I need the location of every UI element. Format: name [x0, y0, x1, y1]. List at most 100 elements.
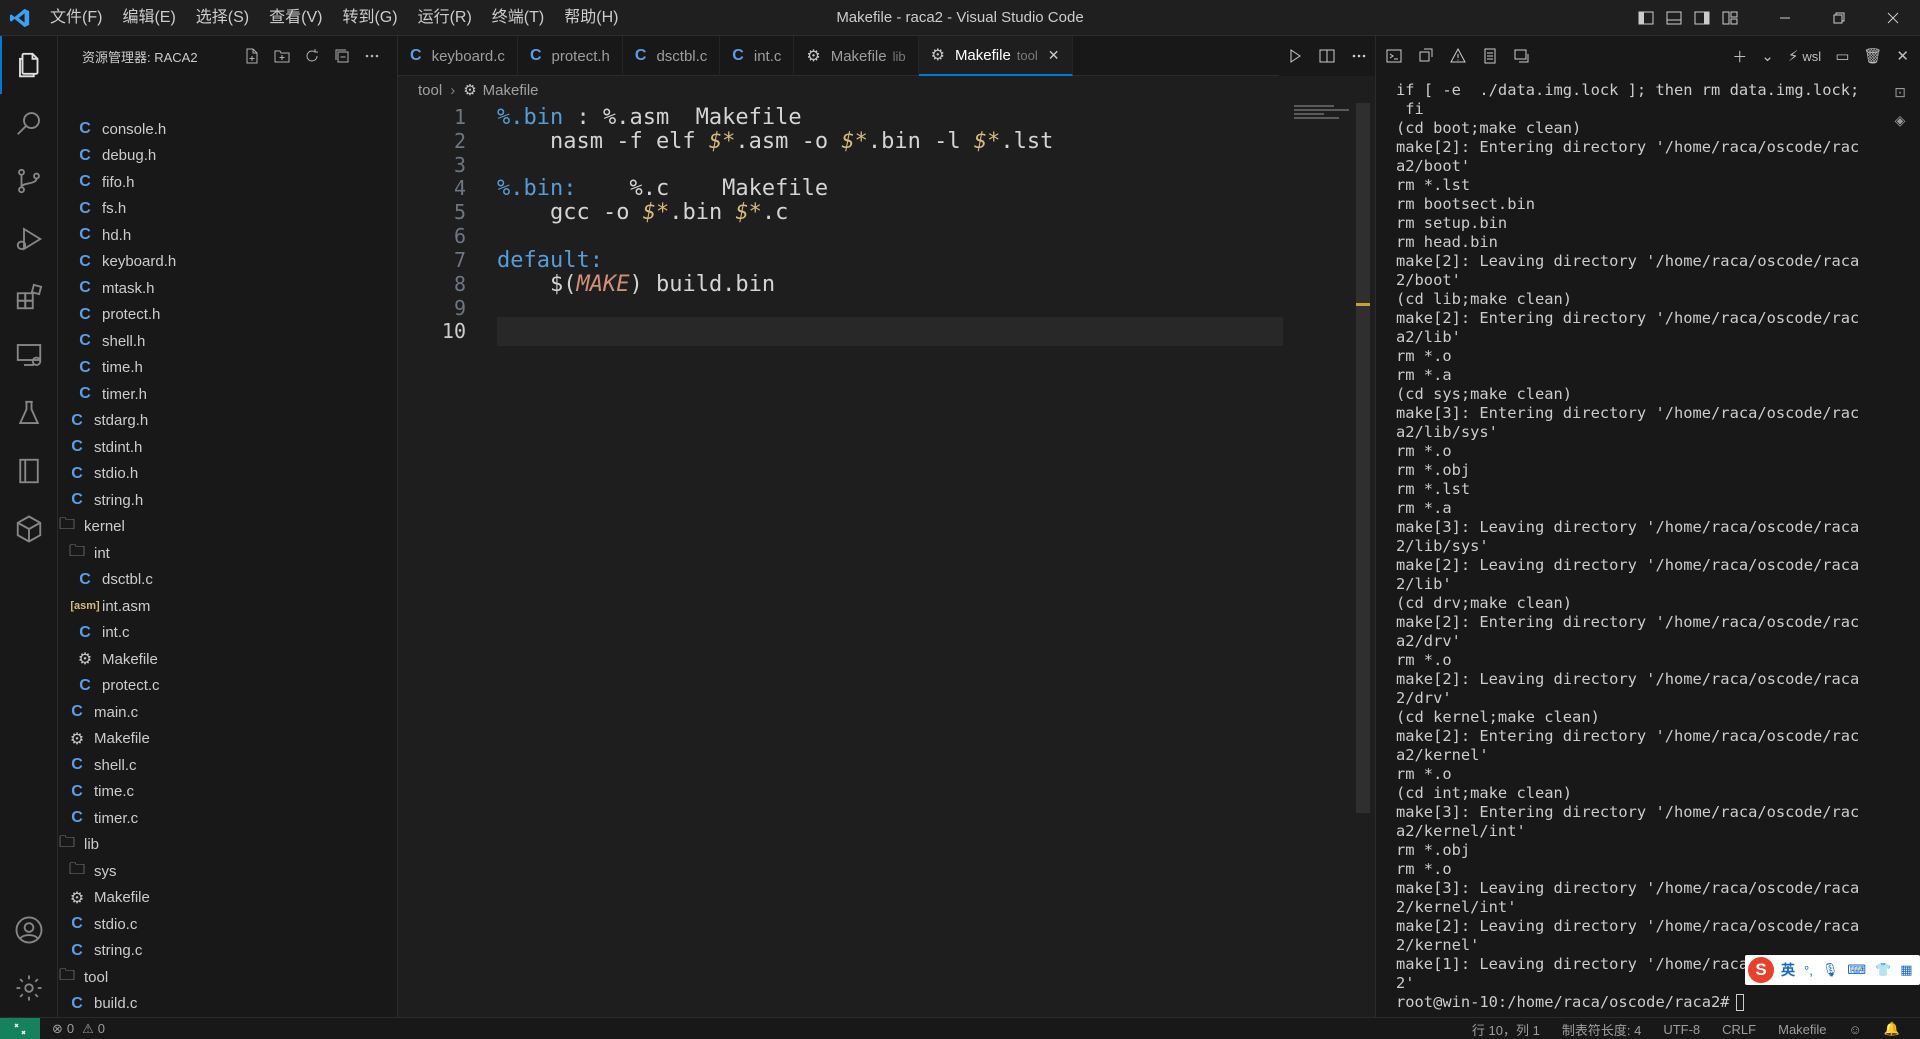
- ime-language[interactable]: 英: [1781, 960, 1795, 980]
- encoding[interactable]: UTF-8: [1663, 1022, 1700, 1037]
- tree-file[interactable]: ⚙ Makefile: [58, 646, 397, 673]
- tree-folder[interactable]: 🗀 int: [58, 540, 397, 567]
- tree-file[interactable]: Cprotect.h: [58, 302, 397, 329]
- containers-icon[interactable]: [0, 500, 58, 558]
- new-folder-icon[interactable]: [269, 43, 295, 69]
- tree-file[interactable]: Ctime.h: [58, 355, 397, 382]
- close-panel-icon[interactable]: ✕: [1891, 47, 1914, 65]
- keyboard-icon[interactable]: ⌨: [1847, 962, 1866, 978]
- ime-punctuation[interactable]: °,: [1804, 963, 1813, 978]
- tree-file[interactable]: Cdsctbl.c: [58, 567, 397, 594]
- microphone-icon[interactable]: 🎙: [1822, 962, 1839, 978]
- terminal-output[interactable]: if [ -e ./data.img.lock ]; then rm data.…: [1396, 81, 1859, 1012]
- terminal-icon[interactable]: [1380, 36, 1408, 76]
- testing-icon[interactable]: [0, 384, 58, 442]
- tree-file[interactable]: Cshell.h: [58, 328, 397, 355]
- tab[interactable]: ⚙ Makefile lib: [794, 36, 919, 76]
- toggle-secondary-sidebar-icon[interactable]: [1688, 0, 1716, 36]
- more-actions-icon[interactable]: [359, 43, 385, 69]
- menu-item[interactable]: 转到(G): [332, 0, 407, 36]
- explorer-icon[interactable]: [0, 36, 58, 94]
- tree-folder[interactable]: 🗀 sys: [58, 858, 397, 885]
- terminal-tab-debug-icon[interactable]: ◈: [1880, 106, 1920, 134]
- close-tab-icon[interactable]: ✕: [1048, 47, 1060, 64]
- customize-layout-icon[interactable]: [1716, 0, 1744, 36]
- breadcrumb-file[interactable]: Makefile: [483, 82, 539, 99]
- tree-file[interactable]: Cprotect.c: [58, 673, 397, 700]
- tree-file[interactable]: Cstdio.c: [58, 911, 397, 938]
- menu-item[interactable]: 文件(F): [40, 0, 112, 36]
- close-window-icon[interactable]: [1866, 0, 1920, 36]
- tree-file[interactable]: Chd.h: [58, 222, 397, 249]
- tree-file[interactable]: Cmtask.h: [58, 275, 397, 302]
- tree-file[interactable]: ⚙ Makefile: [58, 885, 397, 912]
- tab[interactable]: Cint.c: [720, 36, 795, 76]
- trash-icon[interactable]: 🗑: [1858, 47, 1887, 65]
- new-file-icon[interactable]: [239, 43, 265, 69]
- tree-file[interactable]: Ctimer.c: [58, 805, 397, 832]
- debug-console-icon[interactable]: [1508, 36, 1536, 76]
- restore-icon[interactable]: [1812, 0, 1866, 36]
- notifications-bell-icon[interactable]: 🔔: [1884, 1021, 1900, 1037]
- problems-warning-icon[interactable]: [1444, 36, 1472, 76]
- tree-folder[interactable]: 🗀 lib: [58, 832, 397, 859]
- tree-file[interactable]: Cbuild.c: [58, 991, 397, 1018]
- tab[interactable]: Ckeyboard.c: [398, 36, 518, 76]
- tree-file[interactable]: ⚙ Makefile: [58, 726, 397, 753]
- split-editor-icon[interactable]: [1311, 36, 1343, 76]
- cursor-position[interactable]: 行 10，列 1: [1472, 1020, 1540, 1039]
- minimize-icon[interactable]: [1758, 0, 1812, 36]
- tree-file[interactable]: Ctime.c: [58, 779, 397, 806]
- menu-item[interactable]: 终端(T): [482, 0, 554, 36]
- search-icon[interactable]: [0, 94, 58, 152]
- account-icon[interactable]: [0, 901, 58, 959]
- menu-item[interactable]: 选择(S): [186, 0, 259, 36]
- tree-file[interactable]: Cstring.h: [58, 487, 397, 514]
- language-mode[interactable]: Makefile: [1778, 1022, 1826, 1037]
- tab-size[interactable]: 制表符长度: 4: [1562, 1020, 1641, 1039]
- run-icon[interactable]: [1279, 36, 1311, 76]
- tree-file[interactable]: Cfs.h: [58, 196, 397, 223]
- minimap[interactable]: [1294, 103, 1364, 123]
- new-terminal-icon[interactable]: ＋: [1727, 46, 1752, 67]
- tree-file[interactable]: [asm] int.asm: [58, 593, 397, 620]
- menu-item[interactable]: 查看(V): [259, 0, 332, 36]
- tree-file[interactable]: Ckeyboard.h: [58, 249, 397, 276]
- remote-indicator-icon[interactable]: [0, 1017, 40, 1039]
- tree-file[interactable]: Ctimer.h: [58, 381, 397, 408]
- output-icon[interactable]: [1476, 36, 1504, 76]
- tab[interactable]: Cprotect.h: [518, 36, 623, 76]
- editor-scrollbar[interactable]: [1356, 103, 1370, 813]
- tree-file[interactable]: Cmain.c: [58, 699, 397, 726]
- split-terminal-icon[interactable]: ▭: [1830, 47, 1854, 65]
- ports-icon[interactable]: [1412, 36, 1440, 76]
- tree-file[interactable]: Cdebug.h: [58, 143, 397, 170]
- remote-explorer-icon[interactable]: [0, 326, 58, 384]
- tab-active[interactable]: ⚙ Makefile tool ✕: [918, 36, 1073, 76]
- tree-file[interactable]: Cstring.c: [58, 938, 397, 965]
- tab[interactable]: Cdsctbl.c: [623, 36, 721, 76]
- menu-item[interactable]: 运行(R): [408, 0, 482, 36]
- menu-item[interactable]: 编辑(E): [112, 0, 185, 36]
- problems-indicator[interactable]: ⊗ 0 ⚠ 0: [52, 1021, 105, 1037]
- tree-folder[interactable]: 🗀 kernel: [58, 514, 397, 541]
- source-control-icon[interactable]: [0, 152, 58, 210]
- tree-file[interactable]: Cfifo.h: [58, 169, 397, 196]
- feedback-icon[interactable]: ☺: [1849, 1022, 1862, 1037]
- toggle-primary-sidebar-icon[interactable]: [1632, 0, 1660, 36]
- grid-icon[interactable]: ▦: [1900, 962, 1912, 978]
- code-editor[interactable]: 1 %.bin : %.asm Makefile 2 nasm -f elf $…: [398, 103, 1375, 1017]
- toggle-panel-icon[interactable]: [1660, 0, 1688, 36]
- terminal-tab-icon[interactable]: ⊡: [1880, 78, 1920, 106]
- terminal-shell-icon[interactable]: ⚡ wsl: [1783, 47, 1826, 65]
- extensions-icon[interactable]: [0, 268, 58, 326]
- breadcrumb-folder[interactable]: tool: [418, 82, 442, 99]
- tree-file[interactable]: Cint.c: [58, 620, 397, 647]
- tree-file[interactable]: Cstdarg.h: [58, 408, 397, 435]
- shirt-icon[interactable]: 👕: [1875, 962, 1891, 978]
- ime-toolbar[interactable]: S 英 °, 🎙 ⌨ 👕 ▦: [1745, 955, 1920, 985]
- end-of-line[interactable]: CRLF: [1722, 1022, 1756, 1037]
- manage-gear-icon[interactable]: [0, 959, 58, 1017]
- refresh-icon[interactable]: [299, 43, 325, 69]
- tree-file[interactable]: Cshell.c: [58, 752, 397, 779]
